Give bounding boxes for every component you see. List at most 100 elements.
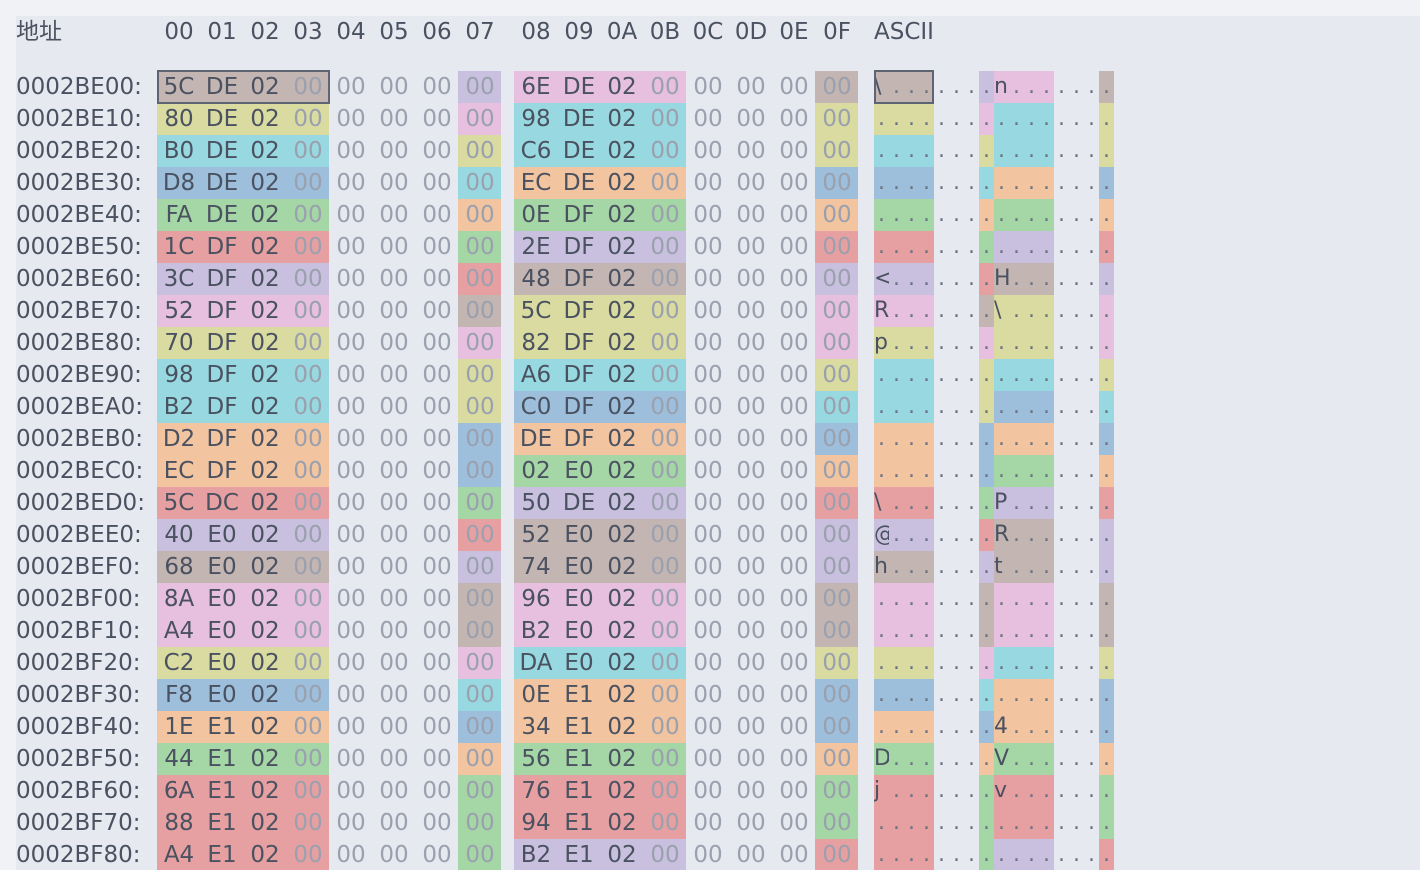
ascii-char[interactable]: . <box>949 71 964 103</box>
hex-byte[interactable]: D2 <box>159 423 199 455</box>
ascii-char[interactable]: . <box>1039 391 1054 423</box>
ascii-char[interactable]: . <box>1084 231 1099 263</box>
hex-byte[interactable]: 00 <box>460 423 500 455</box>
hex-byte[interactable]: 02 <box>245 775 285 807</box>
hex-byte[interactable]: 00 <box>645 615 685 647</box>
hex-byte[interactable]: 00 <box>288 551 328 583</box>
ascii-char[interactable]: . <box>979 135 994 167</box>
ascii-char[interactable]: . <box>1024 199 1039 231</box>
hex-byte[interactable]: 00 <box>817 519 857 551</box>
hex-byte[interactable]: 00 <box>731 679 771 711</box>
hex-byte[interactable]: B2 <box>159 391 199 423</box>
hex-byte[interactable]: 00 <box>731 359 771 391</box>
ascii-char[interactable]: . <box>979 423 994 455</box>
ascii-char[interactable]: . <box>1024 519 1039 551</box>
hex-byte[interactable]: 40 <box>159 519 199 551</box>
hex-byte[interactable]: 50 <box>516 487 556 519</box>
hex-byte[interactable]: 00 <box>288 327 328 359</box>
ascii-char[interactable]: 4 <box>994 711 1009 743</box>
ascii-char[interactable]: . <box>934 295 949 327</box>
hex-byte[interactable]: 00 <box>374 455 414 487</box>
ascii-char[interactable]: . <box>1084 839 1099 870</box>
ascii-char[interactable]: . <box>1009 551 1024 583</box>
hex-byte[interactable]: 02 <box>245 743 285 775</box>
ascii-char[interactable]: . <box>904 71 919 103</box>
hex-byte[interactable]: 00 <box>331 359 371 391</box>
hex-byte[interactable]: 00 <box>817 583 857 615</box>
hex-byte[interactable]: 00 <box>688 743 728 775</box>
hex-byte[interactable]: 00 <box>774 647 814 679</box>
ascii-char[interactable]: . <box>1039 487 1054 519</box>
hex-byte[interactable]: 74 <box>516 551 556 583</box>
hex-byte[interactable]: 00 <box>731 199 771 231</box>
ascii-char[interactable]: . <box>934 103 949 135</box>
hex-byte[interactable]: 00 <box>817 231 857 263</box>
ascii-char[interactable]: . <box>1084 775 1099 807</box>
ascii-char[interactable]: . <box>1084 135 1099 167</box>
ascii-char[interactable]: . <box>1039 839 1054 870</box>
ascii-char[interactable]: . <box>904 711 919 743</box>
ascii-char[interactable]: . <box>919 711 934 743</box>
ascii-char[interactable]: V <box>994 743 1009 775</box>
ascii-char[interactable]: . <box>904 743 919 775</box>
hex-byte[interactable]: 98 <box>159 359 199 391</box>
hex-byte[interactable]: D8 <box>159 167 199 199</box>
ascii-char[interactable]: . <box>964 551 979 583</box>
ascii-char[interactable]: . <box>964 647 979 679</box>
hex-byte[interactable]: E1 <box>202 775 242 807</box>
hex-byte[interactable]: 00 <box>817 679 857 711</box>
hex-byte[interactable]: 00 <box>417 103 457 135</box>
hex-byte[interactable]: 00 <box>688 295 728 327</box>
ascii-char[interactable]: . <box>979 775 994 807</box>
hex-byte[interactable]: 00 <box>460 679 500 711</box>
hex-byte[interactable]: 00 <box>731 423 771 455</box>
ascii-char[interactable]: . <box>1039 647 1054 679</box>
hex-byte[interactable]: 00 <box>817 135 857 167</box>
hex-byte[interactable]: 00 <box>460 615 500 647</box>
ascii-char[interactable]: . <box>994 391 1009 423</box>
hex-byte[interactable]: 00 <box>688 647 728 679</box>
hex-byte[interactable]: 00 <box>288 711 328 743</box>
ascii-char[interactable]: . <box>1009 679 1024 711</box>
hex-byte[interactable]: 00 <box>374 71 414 103</box>
hex-byte[interactable]: 00 <box>774 167 814 199</box>
hex-byte[interactable]: E0 <box>202 615 242 647</box>
hex-byte[interactable]: 00 <box>731 839 771 870</box>
ascii-char[interactable]: . <box>1054 743 1069 775</box>
ascii-char[interactable]: . <box>904 807 919 839</box>
ascii-char[interactable]: . <box>964 167 979 199</box>
hex-byte[interactable]: 00 <box>331 391 371 423</box>
ascii-char[interactable]: . <box>949 103 964 135</box>
ascii-char[interactable]: . <box>904 839 919 870</box>
hex-byte[interactable]: 00 <box>374 167 414 199</box>
hex-byte[interactable]: 00 <box>731 135 771 167</box>
hex-byte[interactable]: 00 <box>731 743 771 775</box>
hex-byte[interactable]: 02 <box>245 199 285 231</box>
ascii-char[interactable]: . <box>994 103 1009 135</box>
hex-byte[interactable]: 5C <box>516 295 556 327</box>
hex-byte[interactable]: 00 <box>374 711 414 743</box>
hex-byte[interactable]: 00 <box>688 615 728 647</box>
hex-byte[interactable]: DE <box>559 135 599 167</box>
ascii-char[interactable]: . <box>1054 807 1069 839</box>
hex-byte[interactable]: 00 <box>645 263 685 295</box>
ascii-char[interactable]: . <box>904 135 919 167</box>
hex-byte[interactable]: 0E <box>516 679 556 711</box>
ascii-char[interactable]: . <box>1009 487 1024 519</box>
hex-byte[interactable]: 00 <box>331 519 371 551</box>
ascii-char[interactable]: . <box>964 103 979 135</box>
ascii-char[interactable]: D <box>874 743 889 775</box>
ascii-char[interactable]: . <box>889 295 904 327</box>
ascii-char[interactable]: . <box>934 231 949 263</box>
hex-byte[interactable]: 02 <box>602 103 642 135</box>
ascii-char[interactable]: . <box>919 647 934 679</box>
ascii-char[interactable]: . <box>994 647 1009 679</box>
hex-byte[interactable]: F8 <box>159 679 199 711</box>
hex-byte[interactable]: 00 <box>288 615 328 647</box>
ascii-char[interactable]: . <box>919 807 934 839</box>
hex-byte[interactable]: 00 <box>288 775 328 807</box>
ascii-char[interactable]: . <box>1084 647 1099 679</box>
hex-byte[interactable]: E1 <box>559 711 599 743</box>
hex-byte[interactable]: 00 <box>374 135 414 167</box>
hex-byte[interactable]: 02 <box>602 807 642 839</box>
